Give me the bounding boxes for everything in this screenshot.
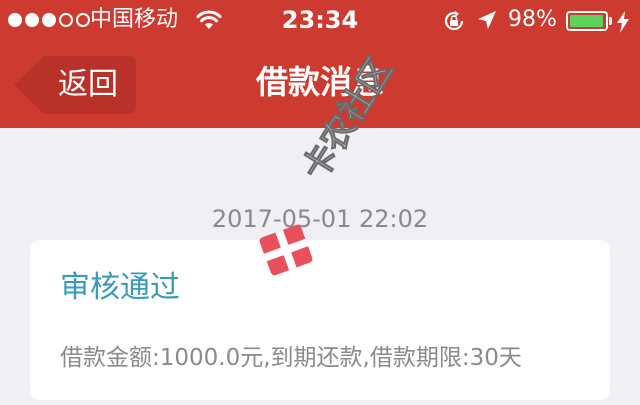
message-timestamp: 2017-05-01 22:02 bbox=[211, 205, 429, 233]
message-title: 审核通过 bbox=[60, 270, 180, 305]
message-body: 借款金额:1000.0元,到期还款,借款期限:30天 bbox=[60, 345, 522, 371]
charging-bolt-icon bbox=[616, 11, 630, 37]
message-card[interactable]: 审核通过 借款金额:1000.0元,到期还款,借款期限:30天 bbox=[30, 240, 610, 400]
orientation-lock-icon bbox=[442, 9, 466, 37]
location-arrow-icon bbox=[476, 9, 498, 35]
battery-percent: 98% bbox=[508, 7, 557, 32]
app-screen: 中国移动 23:34 98% 返回 借款消息 2017-05-01 22:02 … bbox=[0, 0, 640, 405]
battery-tip bbox=[609, 17, 612, 25]
header: 中国移动 23:34 98% 返回 借款消息 bbox=[0, 0, 640, 128]
battery-icon bbox=[566, 11, 608, 31]
battery-fill bbox=[570, 15, 604, 27]
page-title: 借款消息 bbox=[255, 63, 384, 101]
status-bar: 中国移动 23:34 98% bbox=[0, 0, 640, 40]
